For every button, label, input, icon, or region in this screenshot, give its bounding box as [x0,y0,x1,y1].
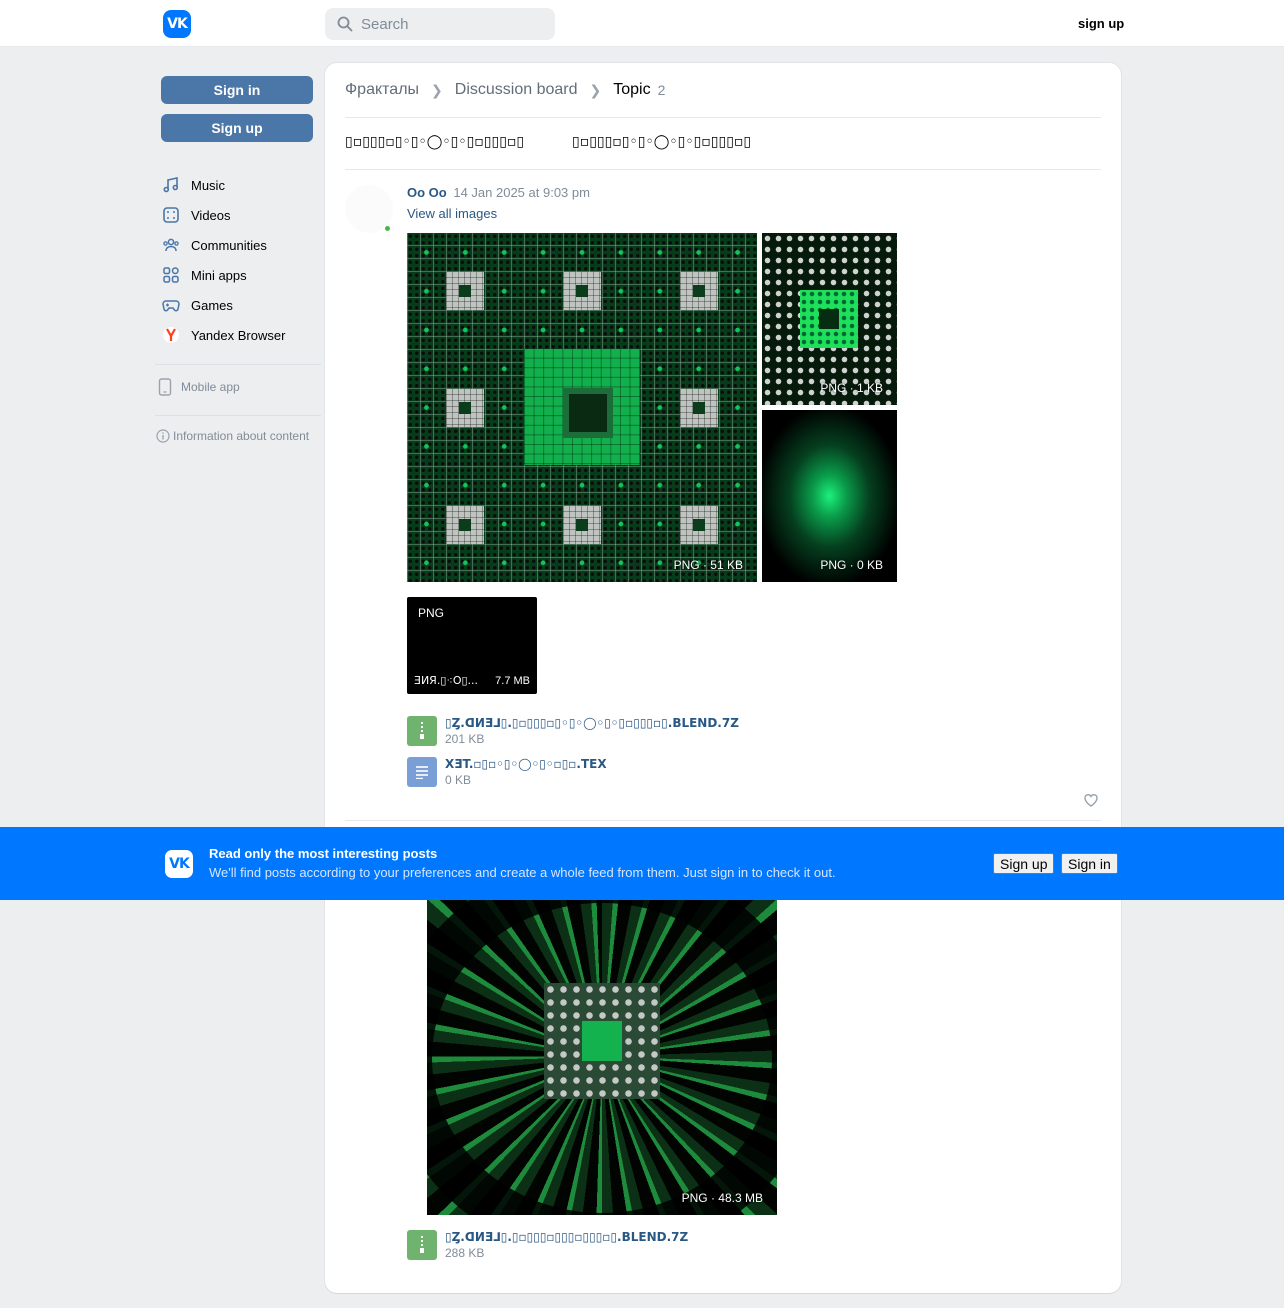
attachment-text[interactable]: XƎT.▫▯▫◦▯◦◯◦▯◦▫▯▫.TEX 0 KB [407,757,607,787]
fractal-tunnel-image[interactable]: PNG · 48.3 MB [427,898,777,1215]
mobile-app-link[interactable]: Mobile app [158,378,240,396]
apps-icon [161,265,181,285]
doc-extension: PNG [418,606,445,620]
fractal-center-pattern [524,349,640,465]
breadcrumb-fractals[interactable]: Фракталы [345,81,419,99]
vk-logo[interactable]: VK [163,10,191,38]
sidebar-sign-in-button[interactable]: Sign in [161,76,313,104]
fractal-sub-square [680,389,718,427]
gamepad-icon [161,295,181,315]
archive-icon [407,716,437,746]
attachment-size: 288 KB [445,1246,485,1260]
attachment-archive[interactable]: ▯Ȥ.ᗡИƎ⅃▯.▯▫▯▯▯▫▯◦▯◦◯◦▯◦▯▫▯▯▯▫▯.BLEND.7Z … [407,716,739,746]
divider [345,117,1101,118]
header-signup-link[interactable]: sign up [1078,16,1124,31]
archive-icon [407,1230,437,1260]
chevron-right-icon: ❯ [589,81,602,98]
png-document[interactable]: PNG ƎИЯ.▯⁖O▯... 7.7 MB [407,597,537,694]
topic-count: 2 [657,82,666,98]
sidebar-nav: Music Videos Communities Mini apps Games… [161,170,321,350]
glow-image[interactable]: PNG · 0 KB [762,410,897,582]
image-tag: PNG · 1 KB [820,381,883,395]
doc-filename: ƎИЯ.▯⁖O▯... [414,674,479,687]
attachment-name[interactable]: XƎT.▫▯▫◦▯◦◯◦▯◦▫▯▫.TEX [445,757,607,771]
breadcrumb-topic: Topic [613,81,651,98]
divider [345,820,1101,821]
online-status-icon [383,224,392,233]
top-header: VK Search sign up [0,0,1284,47]
vk-logo: VK [165,850,193,878]
image-tag: PNG · 0 KB [820,558,883,572]
attachment-archive[interactable]: ▯Ȥ.ᗡИƎ⅃▯.▯▫▯▯▯▫▯▯▯▫▯▯▯▫▯.BLEND.7Z 288 KB [407,1230,688,1260]
sidebar-divider [155,415,321,416]
fractal-sub-square [680,506,718,544]
attachment-size: 201 KB [445,732,485,746]
promo-banner: VK Read only the most interesting posts … [0,827,1284,900]
tunnel-vignette [427,898,777,1215]
sidebar-item-label: Mini apps [191,267,247,283]
post-author[interactable]: Oo Oo [407,185,447,200]
post-date[interactable]: 14 Jan 2025 at 9:03 pm [453,185,590,200]
fractal-core-pattern [800,290,858,348]
sidebar-item-label: Yandex Browser [191,327,286,343]
attachment-size: 0 KB [445,773,472,787]
sidebar-item-label: Communities [191,237,267,253]
yandex-icon [161,325,181,345]
info-icon [156,429,170,443]
image-tag: PNG · 48.3 MB [681,1191,763,1205]
fractal-sub-square [680,272,718,310]
users-icon [161,235,181,255]
video-icon [161,205,181,225]
sidebar-item-communities[interactable]: Communities [161,230,321,260]
music-icon [161,175,181,195]
image-tag: PNG · 51 KB [673,558,743,572]
fractal-image-large[interactable]: PNG · 51 KB [407,233,757,582]
search-input[interactable]: Search [325,8,555,40]
attachment-name[interactable]: ▯Ȥ.ᗡИƎ⅃▯.▯▫▯▯▯▫▯▯▯▫▯▯▯▫▯.BLEND.7Z [445,1230,688,1244]
view-all-images-link[interactable]: View all images [407,206,497,221]
promo-title: Read only the most interesting posts [209,846,438,861]
divider [345,169,1101,170]
topic-title-secondary: ▯▫▯▯▯▫▯◦▯◦◯◦▯◦▯▫▯▯▯▫▯ [572,134,752,150]
chevron-right-icon: ❯ [431,81,443,98]
sidebar-item-music[interactable]: Music [161,170,321,200]
fractal-sub-square [446,272,484,310]
sidebar-item-label: Music [191,177,225,193]
post-author-line: Oo Oo 14 Jan 2025 at 9:03 pm [407,185,590,200]
promo-text: We'll find posts according to your prefe… [209,865,836,880]
information-about-content-link[interactable]: Information about content [156,429,309,443]
search-icon [337,16,353,32]
fractal-sub-square [563,272,601,310]
sidebar-divider [155,364,321,365]
info-label: Information about content [173,429,310,443]
sidebar-item-videos[interactable]: Videos [161,200,321,230]
mobile-app-label: Mobile app [181,380,240,394]
fractal-sub-square [446,389,484,427]
promo-sign-in-button[interactable]: Sign in [1061,853,1118,874]
sidebar-sign-up-button[interactable]: Sign up [161,114,313,142]
fractal-image-small[interactable]: PNG · 1 KB [762,233,897,405]
promo-sign-up-button[interactable]: Sign up [993,853,1055,874]
sidebar-item-label: Videos [191,207,231,223]
fractal-sub-square [446,506,484,544]
breadcrumb: Фракталы ❯ Discussion board ❯ Topic 2 [345,80,665,100]
phone-icon [158,378,172,396]
breadcrumb-discussion-board[interactable]: Discussion board [455,81,578,99]
attachment-name[interactable]: ▯Ȥ.ᗡИƎ⅃▯.▯▫▯▯▯▫▯◦▯◦◯◦▯◦▯▫▯▯▯▫▯.BLEND.7Z [445,716,739,730]
sidebar-item-label: Games [191,297,233,313]
search-placeholder: Search [361,15,409,33]
text-file-icon [407,757,437,787]
topic-title: ▯▫▯▯▯▫▯◦▯◦◯◦▯◦▯▫▯▯▯▫▯ [345,134,525,150]
fractal-sub-square [563,506,601,544]
sidebar-item-mini-apps[interactable]: Mini apps [161,260,321,290]
heart-icon [1084,794,1098,807]
sidebar-item-games[interactable]: Games [161,290,321,320]
doc-size: 7.7 MB [495,675,530,687]
sidebar-item-yandex-browser[interactable]: Yandex Browser [161,320,321,350]
like-button[interactable] [1083,792,1099,808]
